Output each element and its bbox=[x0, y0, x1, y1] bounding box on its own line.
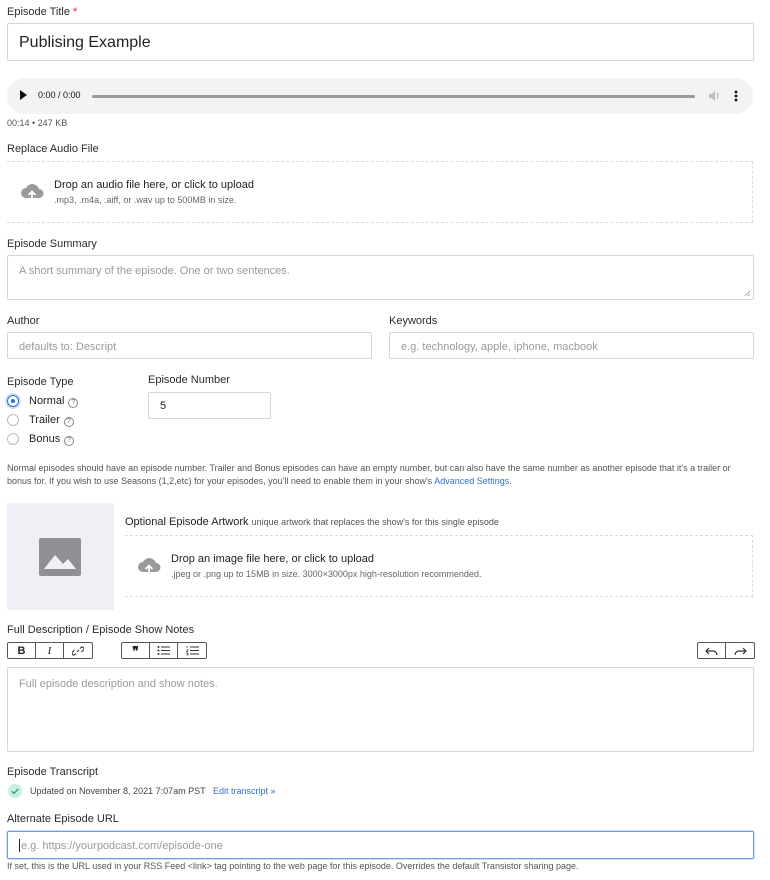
episode-number-label: Episode Number bbox=[148, 374, 230, 386]
summary-label: Episode Summary bbox=[7, 238, 97, 250]
description-placeholder: Full episode description and show notes. bbox=[19, 678, 218, 690]
upload-cloud-icon bbox=[21, 184, 44, 202]
radio-normal[interactable] bbox=[7, 395, 19, 407]
audio-dropzone[interactable]: Drop an audio file here, or click to upl… bbox=[7, 161, 753, 223]
episode-number-value: 5 bbox=[160, 400, 167, 412]
artwork-dropzone-sub: .jpeg or .png up to 15MB in size. 3000×3… bbox=[171, 569, 482, 579]
redo-button[interactable] bbox=[726, 643, 754, 658]
keywords-input[interactable]: e.g. technology, apple, iphone, macbook bbox=[389, 332, 754, 359]
link-icon bbox=[72, 645, 84, 656]
undo-icon bbox=[704, 647, 718, 655]
transcript-label: Episode Transcript bbox=[7, 766, 99, 778]
transcript-status: Updated on November 8, 2021 7:07am PST bbox=[30, 786, 206, 796]
advanced-settings-link[interactable]: Advanced Settings bbox=[434, 476, 509, 486]
radio-bonus[interactable] bbox=[7, 433, 19, 445]
description-label: Full Description / Episode Show Notes bbox=[7, 624, 195, 636]
episode-type-label: Episode Type bbox=[7, 376, 74, 388]
artwork-preview bbox=[7, 503, 114, 610]
link-button[interactable] bbox=[64, 643, 92, 658]
author-label: Author bbox=[7, 315, 40, 327]
alt-url-input[interactable]: e.g. https://yourpodcast.com/episode-one bbox=[7, 831, 754, 859]
required-mark: * bbox=[73, 6, 78, 18]
volume-icon[interactable] bbox=[707, 89, 721, 103]
history-toolbar bbox=[697, 642, 755, 659]
radio-normal-label-wrap: Normal? bbox=[29, 395, 79, 408]
numbered-list-icon bbox=[185, 646, 199, 656]
upload-cloud-icon bbox=[138, 558, 161, 576]
audio-progress-track[interactable] bbox=[92, 95, 695, 98]
radio-normal-label: Normal bbox=[29, 395, 65, 407]
alt-url-help: If set, this is the URL used in your RSS… bbox=[7, 861, 579, 871]
note-tail: . bbox=[509, 476, 512, 486]
help-icon[interactable]: ? bbox=[68, 398, 79, 408]
description-editor[interactable]: Full episode description and show notes. bbox=[7, 667, 754, 752]
transcript-status-row: Updated on November 8, 2021 7:07am PST E… bbox=[30, 786, 276, 796]
radio-bonus-label-wrap: Bonus? bbox=[29, 433, 75, 446]
play-icon[interactable] bbox=[20, 90, 27, 100]
summary-placeholder: A short summary of the episode. One or t… bbox=[19, 265, 290, 277]
keywords-placeholder: e.g. technology, apple, iphone, macbook bbox=[401, 341, 598, 353]
image-placeholder-icon bbox=[39, 538, 81, 576]
bullet-list-icon bbox=[157, 646, 170, 655]
artwork-dropzone-title: Drop an image file here, or click to upl… bbox=[171, 553, 374, 565]
audio-player: 0:00 / 0:00 bbox=[7, 78, 753, 114]
artwork-desc: unique artwork that replaces the show's … bbox=[251, 517, 499, 527]
replace-audio-label: Replace Audio File bbox=[7, 143, 99, 155]
check-circle-icon bbox=[8, 784, 22, 798]
help-icon[interactable]: ? bbox=[63, 417, 74, 427]
more-options-icon[interactable] bbox=[733, 89, 739, 103]
radio-bonus-label: Bonus bbox=[29, 433, 61, 445]
keywords-label: Keywords bbox=[389, 315, 438, 327]
help-icon[interactable]: ? bbox=[64, 436, 75, 446]
episode-number-input[interactable]: 5 bbox=[148, 392, 271, 419]
numbered-list-button[interactable] bbox=[178, 643, 206, 658]
radio-trailer-label: Trailer bbox=[29, 414, 60, 426]
episode-title-value: Publising Example bbox=[19, 34, 151, 51]
artwork-label: Optional Episode Artwork bbox=[125, 516, 249, 528]
bold-button[interactable]: B bbox=[8, 643, 36, 658]
undo-button[interactable] bbox=[698, 643, 726, 658]
audio-meta: 00:14 • 247 KB bbox=[7, 118, 68, 128]
text-cursor bbox=[19, 839, 20, 852]
bullet-list-button[interactable] bbox=[150, 643, 178, 658]
author-placeholder: defaults to: Descript bbox=[19, 341, 117, 353]
radio-trailer-label-wrap: Trailer? bbox=[29, 414, 74, 427]
resize-handle-icon[interactable] bbox=[744, 290, 751, 297]
alt-url-label: Alternate Episode URL bbox=[7, 813, 119, 825]
artwork-dropzone[interactable]: Drop an image file here, or click to upl… bbox=[125, 535, 753, 597]
formatting-toolbar-group-1: B I bbox=[7, 642, 93, 659]
episode-type-note: Normal episodes should have an episode n… bbox=[7, 462, 757, 488]
audio-dropzone-sub: .mp3, .m4a, .aiff, or .wav up to 500MB i… bbox=[54, 195, 237, 205]
note-text: Normal episodes should have an episode n… bbox=[7, 463, 731, 486]
quote-button[interactable]: ❞ bbox=[122, 643, 150, 658]
summary-textarea[interactable]: A short summary of the episode. One or t… bbox=[7, 255, 754, 300]
episode-title-input[interactable]: Publising Example bbox=[7, 23, 754, 61]
episode-title-label-text: Episode Title bbox=[7, 6, 70, 18]
artwork-heading: Optional Episode Artwork unique artwork … bbox=[125, 516, 499, 528]
audio-dropzone-title: Drop an audio file here, or click to upl… bbox=[54, 179, 254, 191]
author-input[interactable]: defaults to: Descript bbox=[7, 332, 372, 359]
episode-title-label: Episode Title * bbox=[7, 6, 77, 18]
italic-button[interactable]: I bbox=[36, 643, 64, 658]
audio-time: 0:00 / 0:00 bbox=[38, 90, 81, 100]
radio-trailer[interactable] bbox=[7, 414, 19, 426]
edit-transcript-link[interactable]: Edit transcript » bbox=[213, 786, 276, 796]
formatting-toolbar-group-2: ❞ bbox=[121, 642, 207, 659]
alt-url-placeholder: e.g. https://yourpodcast.com/episode-one bbox=[21, 840, 223, 852]
redo-icon bbox=[734, 647, 747, 655]
